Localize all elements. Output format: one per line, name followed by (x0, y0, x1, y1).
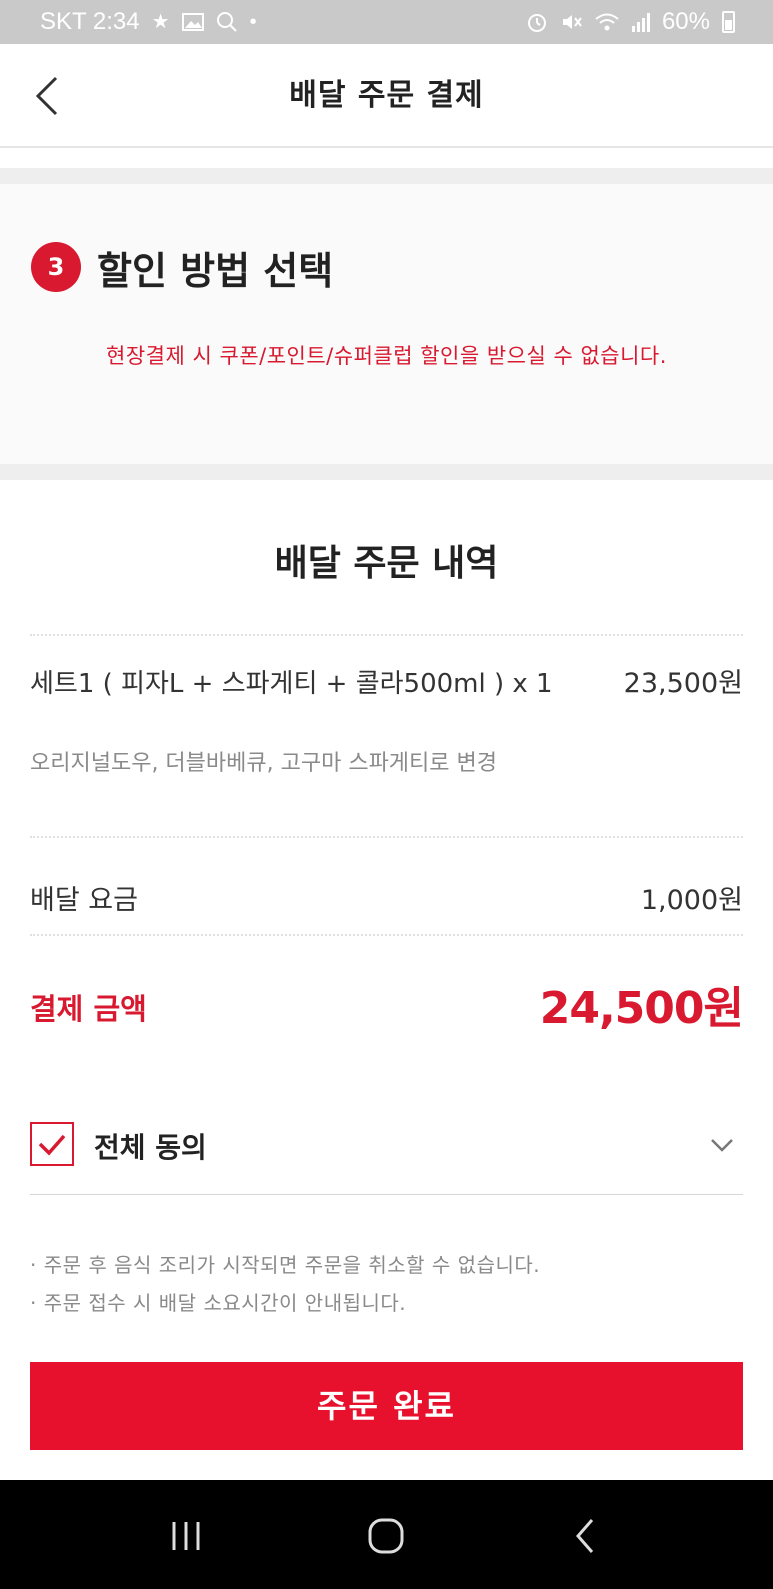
note-item: · 주문 후 음식 조리가 시작되면 주문을 취소할 수 없습니다. (30, 1253, 541, 1277)
status-bar: SKT 2:34 ★ • 60% (0, 0, 773, 44)
step-badge: 3 (31, 242, 81, 292)
mute-icon (562, 15, 582, 29)
home-button[interactable] (356, 1508, 416, 1564)
star-icon: ★ (151, 11, 170, 33)
divider (30, 934, 743, 936)
nav-back-button[interactable] (556, 1508, 616, 1564)
discount-notice: 현장결제 시 쿠폰/포인트/슈퍼클럽 할인을 받으실 수 없습니다. (106, 344, 667, 368)
discount-title: 할인 방법 선택 (97, 249, 334, 293)
chevron-down-icon[interactable] (707, 1130, 737, 1160)
back-icon (576, 1519, 594, 1553)
order-title: 배달 주문 내역 (274, 543, 499, 584)
system-nav-bar (0, 1480, 773, 1589)
section-divider (0, 464, 773, 480)
battery-icon (722, 11, 735, 33)
page-title: 배달 주문 결제 (289, 78, 484, 113)
signal-icon (631, 12, 650, 32)
order-complete-button[interactable]: 주문 완료 (30, 1362, 743, 1450)
note-item: · 주문 접수 시 배달 소요시간이 안내됩니다. (30, 1291, 407, 1315)
delivery-fee-value: 1,000원 (640, 885, 743, 916)
status-left: SKT 2:34 ★ • (40, 8, 257, 36)
divider (30, 1194, 743, 1195)
divider (30, 836, 743, 838)
dot-icon: • (249, 11, 257, 33)
recent-apps-icon (172, 1522, 200, 1550)
check-icon (38, 1134, 66, 1156)
agree-checkbox[interactable] (30, 1122, 74, 1166)
item-name: 세트1 ( 피자L + 스파게티 + 콜라500ml ) x 1 (30, 669, 553, 699)
recent-apps-button[interactable] (156, 1508, 216, 1564)
divider (30, 634, 743, 636)
delivery-fee-label: 배달 요금 (30, 885, 138, 916)
battery-percent: 60% (661, 8, 710, 35)
total-label: 결제 금액 (30, 992, 147, 1026)
image-icon (181, 13, 204, 31)
search-icon (216, 12, 237, 32)
agree-all-row[interactable]: 전체 동의 (30, 1118, 743, 1186)
header: 배달 주문 결제 (0, 44, 773, 148)
discount-section (0, 184, 773, 464)
status-right: 60% (526, 8, 735, 36)
section-divider (0, 168, 773, 184)
alarm-icon (527, 14, 546, 32)
total-value: 24,500원 (539, 983, 744, 1034)
item-options: 오리지널도우, 더블바베큐, 고구마 스파게티로 변경 (30, 751, 498, 776)
wifi-icon (595, 13, 619, 31)
carrier-time: SKT 2:34 (40, 8, 140, 35)
item-price: 23,500원 (623, 668, 743, 699)
home-icon (368, 1518, 404, 1554)
notes: · 주문 후 음식 조리가 시작되면 주문을 취소할 수 없습니다. · 주문 … (30, 1246, 540, 1322)
agree-all-label: 전체 동의 (94, 1131, 207, 1164)
